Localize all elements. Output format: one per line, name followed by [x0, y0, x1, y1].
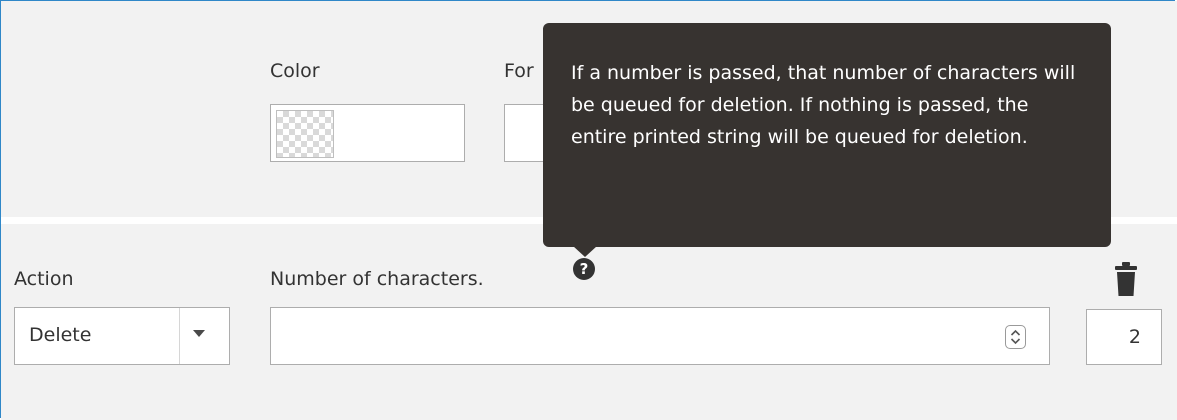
color-swatch[interactable] — [276, 110, 334, 158]
color-picker-field[interactable] — [270, 104, 465, 162]
tooltip-text: If a number is passed, that number of ch… — [571, 62, 1076, 148]
chevron-down-icon[interactable] — [193, 330, 205, 337]
number-spinner-icon[interactable] — [1005, 325, 1026, 349]
question-circle-icon[interactable]: ? — [573, 258, 595, 280]
trash-icon[interactable] — [1114, 262, 1138, 296]
action-select[interactable]: Delete — [14, 307, 230, 365]
select-divider — [179, 308, 180, 364]
number-of-characters-input[interactable] — [270, 307, 1050, 365]
sort-order-input[interactable]: 2 — [1086, 309, 1162, 365]
help-tooltip: If a number is passed, that number of ch… — [543, 23, 1111, 247]
number-of-characters-label: Number of characters. — [270, 268, 484, 290]
action-select-value: Delete — [29, 324, 92, 346]
tooltip-pointer — [573, 246, 597, 257]
action-label: Action — [14, 268, 74, 290]
font-label: For — [504, 60, 534, 82]
color-label: Color — [270, 60, 320, 82]
